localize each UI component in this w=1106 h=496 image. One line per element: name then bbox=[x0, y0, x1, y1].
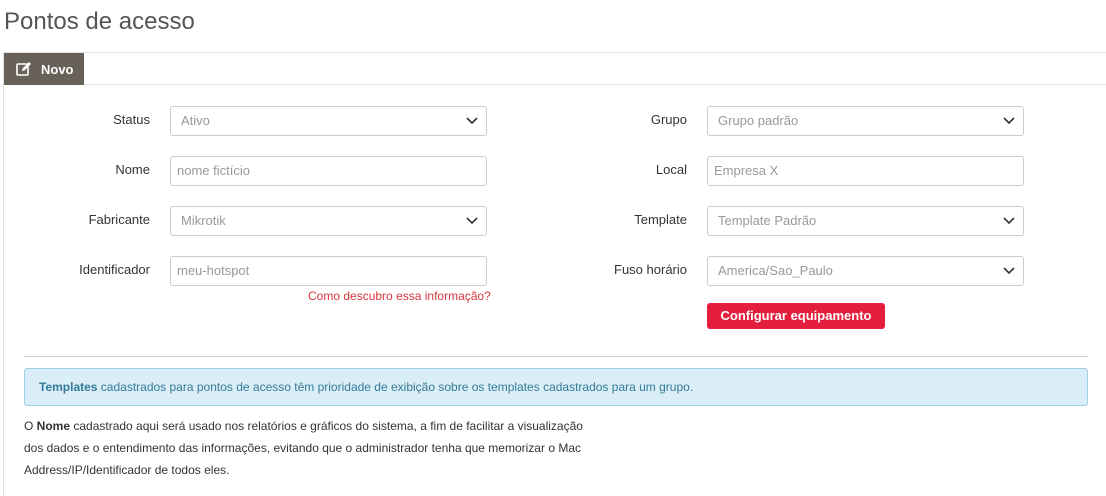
identificador-input[interactable]: meu-hotspot bbox=[170, 256, 487, 286]
grupo-select[interactable]: Grupo padrão bbox=[707, 106, 1024, 136]
note-prefix: O bbox=[24, 419, 37, 433]
template-label: Template bbox=[634, 212, 687, 227]
info-alert-text: cadastrados para pontos de acesso têm pr… bbox=[97, 380, 694, 394]
grupo-label: Grupo bbox=[650, 112, 687, 127]
form-panel: Novo Status Ativo Nome nome fictício Fab… bbox=[3, 52, 1106, 496]
fabricante-select-value: Mikrotik bbox=[181, 213, 226, 228]
fuso-select[interactable]: America/Sao_Paulo bbox=[707, 256, 1024, 286]
nome-placeholder: nome fictício bbox=[177, 163, 250, 178]
info-alert-strong: Templates bbox=[39, 380, 98, 394]
fabricante-label: Fabricante bbox=[88, 212, 150, 227]
nome-explanation-note: O Nome cadastrado aqui será usado nos re… bbox=[24, 415, 584, 481]
identificador-label: Identificador bbox=[79, 262, 150, 277]
note-text: cadastrado aqui será usado nos relatório… bbox=[24, 419, 583, 477]
nome-label: Nome bbox=[115, 162, 150, 177]
tab-novo-label: Novo bbox=[41, 61, 74, 77]
configure-equipment-button[interactable]: Configurar equipamento bbox=[707, 303, 885, 329]
chevron-down-icon bbox=[1003, 267, 1015, 275]
chevron-down-icon bbox=[466, 217, 478, 225]
template-select-value: Template Padrão bbox=[718, 213, 817, 228]
status-select-value: Ativo bbox=[181, 113, 210, 128]
info-alert: Templates cadastrados para pontos de ace… bbox=[24, 368, 1088, 406]
status-label: Status bbox=[113, 112, 150, 127]
edit-icon bbox=[16, 62, 31, 76]
chevron-down-icon bbox=[1003, 117, 1015, 125]
fabricante-select[interactable]: Mikrotik bbox=[170, 206, 487, 236]
page-title: Pontos de acesso bbox=[4, 8, 195, 35]
identificador-placeholder: meu-hotspot bbox=[177, 263, 250, 278]
template-select[interactable]: Template Padrão bbox=[707, 206, 1024, 236]
tab-bar: Novo bbox=[4, 53, 1106, 85]
local-input[interactable]: Empresa X bbox=[707, 156, 1024, 186]
grupo-select-value: Grupo padrão bbox=[718, 113, 799, 128]
help-link[interactable]: Como descubro essa informação? bbox=[308, 289, 491, 303]
note-strong: Nome bbox=[36, 419, 71, 433]
nome-input[interactable]: nome fictício bbox=[170, 156, 487, 186]
local-label: Local bbox=[655, 162, 687, 177]
divider bbox=[24, 356, 1088, 357]
fuso-select-value: America/Sao_Paulo bbox=[718, 263, 833, 278]
local-placeholder: Empresa X bbox=[714, 163, 779, 178]
chevron-down-icon bbox=[466, 117, 478, 125]
fuso-label: Fuso horário bbox=[614, 262, 687, 277]
tab-novo[interactable]: Novo bbox=[4, 53, 84, 85]
chevron-down-icon bbox=[1003, 217, 1015, 225]
status-select[interactable]: Ativo bbox=[170, 106, 487, 136]
